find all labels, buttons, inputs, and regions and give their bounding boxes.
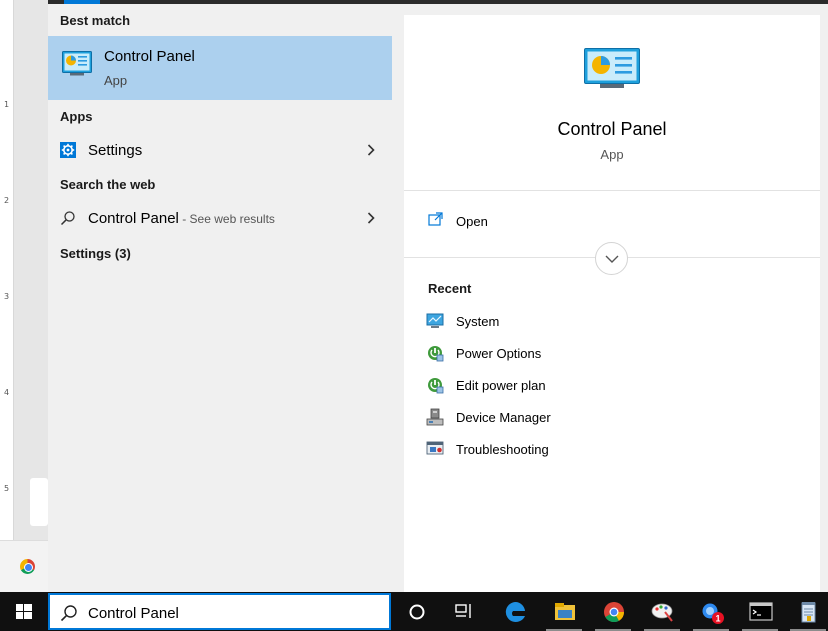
background-ruler: 1 2 3 4 5 [0,0,14,540]
chevron-down-icon [605,255,619,263]
best-match-header: Best match [60,13,131,28]
recent-item-troubleshooting[interactable]: Troubleshooting [426,438,726,462]
edge-button[interactable] [491,592,539,631]
command-prompt-button[interactable] [736,592,784,631]
notification-badge: 1 [715,614,720,624]
result-label: Settings [88,142,143,159]
task-view-button[interactable] [440,592,488,631]
ruler-number: 2 [4,196,10,205]
recent-item-system[interactable]: System [426,310,726,334]
apps-header: Apps [60,109,93,124]
preview-subtitle: App [600,147,624,162]
open-action[interactable]: Open [428,211,628,233]
start-button[interactable] [0,592,48,631]
recent-item-power-options[interactable]: Power Options [426,342,726,366]
gear-icon [60,142,76,158]
preview-header: Control Panel App [404,15,820,191]
search-results-pane: Best match Control Panel App Apps Settin… [48,4,392,592]
search-icon [60,605,77,622]
web-query: Control Panel [88,210,179,227]
chrome-icon [604,602,625,623]
windows-logo-icon [16,604,32,619]
recent-label: Edit power plan [456,378,546,393]
control-panel-icon [62,51,92,76]
paint-icon [651,603,673,622]
paint-button[interactable] [638,592,686,631]
result-label: Control Panel - See web results [88,210,275,227]
recent-label: System [456,314,500,329]
system-icon [426,313,444,328]
messenger-icon: 1 [702,603,724,624]
file-explorer-button[interactable] [540,592,588,631]
recent-label: Troubleshooting [456,442,549,457]
preview-title: Control Panel [557,119,667,139]
taskbar-search-box[interactable]: Control Panel [48,593,391,630]
open-label: Open [456,214,488,229]
recent-header: Recent [428,281,472,296]
recent-item-edit-power-plan[interactable]: Edit power plan [426,374,726,398]
result-settings-app[interactable]: Settings [48,134,392,166]
web-results-hint: - See web results [178,212,275,226]
chrome-button[interactable] [589,592,637,631]
control-panel-icon [584,48,640,88]
power-options-icon [428,346,444,362]
device-manager-icon [426,408,444,426]
background-card [30,478,48,526]
search-icon [60,211,75,226]
command-prompt-icon [749,602,773,621]
ruler-number: 5 [4,484,10,493]
search-web-header: Search the web [60,177,156,192]
best-match-control-panel[interactable]: Control Panel App [48,36,392,100]
chevron-right-icon[interactable] [364,211,378,225]
ruler-number: 4 [4,388,10,397]
troubleshooting-icon [426,441,444,455]
notepad-button[interactable] [784,592,828,631]
cortana-icon [409,604,425,620]
background-window [14,0,48,540]
search-input[interactable]: Control Panel [88,605,179,622]
recent-label: Power Options [456,346,542,361]
edge-icon [505,601,525,622]
recent-label: Device Manager [456,410,551,425]
chevron-right-icon[interactable] [364,143,378,157]
recent-item-device-manager[interactable]: Device Manager [426,406,726,430]
cortana-button[interactable] [393,592,441,631]
result-web-search[interactable]: Control Panel - See web results [48,202,392,234]
file-explorer-icon [555,603,575,620]
settings-header[interactable]: Settings (3) [60,246,131,261]
messenger-button[interactable]: 1 [687,592,735,631]
preview-pane: Control Panel App Open Recent System Pow… [404,15,820,592]
chrome-icon[interactable] [20,559,35,574]
power-plan-icon [428,378,444,394]
task-view-icon [455,604,471,618]
best-match-title: Control Panel [104,48,195,65]
open-icon [428,212,443,226]
ruler-number: 3 [4,292,10,301]
expand-button[interactable] [595,242,628,275]
ruler-number: 1 [4,100,10,109]
taskbar: Control Panel 1 [0,592,828,631]
start-menu: Best match Control Panel App Apps Settin… [48,0,828,592]
best-match-subtitle: App [104,73,128,88]
notepad-icon [801,602,816,623]
